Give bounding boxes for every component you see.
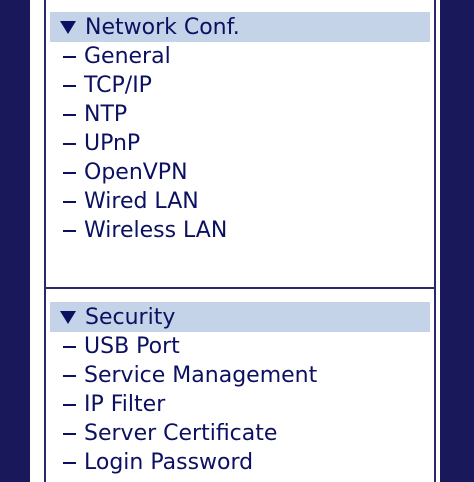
menu-item-login-password[interactable]: Login Password (46, 448, 434, 477)
dash-icon (63, 171, 76, 174)
security-title: Security (85, 304, 176, 330)
menu-item-label: Login Password (84, 450, 254, 475)
menu-item-label: Service Management (84, 363, 318, 388)
dash-icon (63, 403, 76, 406)
section-divider (46, 287, 434, 289)
security-section: Security USB Port Service Management IP … (46, 302, 434, 477)
dash-icon (63, 432, 76, 435)
right-border-bar (440, 0, 474, 482)
menu-item-label: OpenVPN (84, 160, 188, 185)
dash-icon (63, 84, 76, 87)
navigation-panel: Network Conf. General TCP/IP NTP UPnP Op… (44, 0, 436, 482)
dash-icon (63, 200, 76, 203)
dash-icon (63, 142, 76, 145)
menu-item-label: Server Certificate (84, 421, 278, 446)
dash-icon (63, 55, 76, 58)
menu-item-label: IP Filter (84, 392, 166, 417)
menu-item-server-certificate[interactable]: Server Certificate (46, 419, 434, 448)
menu-item-label: General (84, 44, 171, 69)
menu-frame: Network Conf. General TCP/IP NTP UPnP Op… (0, 0, 474, 482)
menu-item-wireless-lan[interactable]: Wireless LAN (46, 216, 434, 245)
menu-item-label: NTP (84, 102, 128, 127)
dash-icon (63, 345, 76, 348)
network-conf-header[interactable]: Network Conf. (50, 12, 430, 42)
collapse-triangle-icon (60, 310, 76, 324)
menu-item-ntp[interactable]: NTP (46, 100, 434, 129)
network-conf-section: Network Conf. General TCP/IP NTP UPnP Op… (46, 0, 434, 245)
security-header[interactable]: Security (50, 302, 430, 332)
dash-icon (63, 113, 76, 116)
menu-item-label: TCP/IP (84, 73, 152, 98)
menu-item-general[interactable]: General (46, 42, 434, 71)
network-conf-title: Network Conf. (85, 14, 240, 40)
menu-item-usb-port[interactable]: USB Port (46, 332, 434, 361)
dash-icon (63, 229, 76, 232)
menu-item-label: Wired LAN (84, 189, 199, 214)
left-border-bar (0, 0, 30, 482)
menu-item-wired-lan[interactable]: Wired LAN (46, 187, 434, 216)
collapse-triangle-icon (60, 20, 76, 34)
menu-item-service-management[interactable]: Service Management (46, 361, 434, 390)
menu-item-label: UPnP (84, 131, 141, 156)
menu-item-label: USB Port (84, 334, 180, 359)
menu-item-openvpn[interactable]: OpenVPN (46, 158, 434, 187)
menu-item-ip-filter[interactable]: IP Filter (46, 390, 434, 419)
dash-icon (63, 374, 76, 377)
menu-item-label: Wireless LAN (84, 218, 228, 243)
menu-item-tcp-ip[interactable]: TCP/IP (46, 71, 434, 100)
menu-item-upnp[interactable]: UPnP (46, 129, 434, 158)
dash-icon (63, 461, 76, 464)
